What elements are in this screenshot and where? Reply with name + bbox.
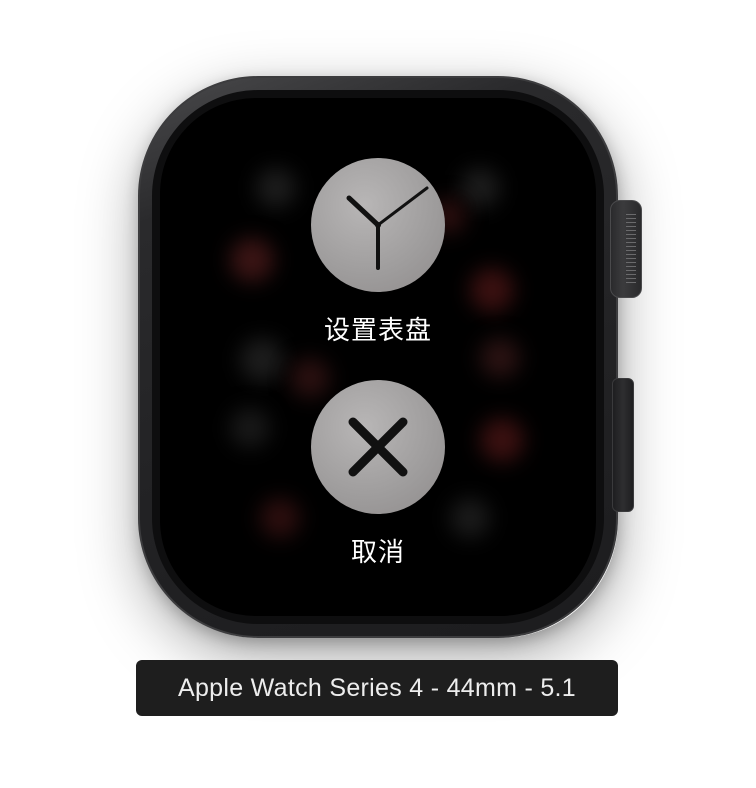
simulator-window: 设置表盘 取消 Apple Watch Series 4 - 44mm - 5.… bbox=[0, 0, 756, 788]
cancel-label: 取消 bbox=[350, 538, 405, 568]
blurred-app-icon bbox=[230, 238, 274, 282]
cancel-button[interactable] bbox=[311, 380, 445, 514]
set-watch-face-label: 设置表盘 bbox=[323, 316, 432, 346]
set-watch-face-button[interactable] bbox=[311, 158, 445, 292]
blurred-app-icon bbox=[460, 168, 500, 208]
close-icon bbox=[348, 417, 408, 477]
blurred-app-icon bbox=[230, 408, 270, 448]
side-button[interactable] bbox=[612, 378, 634, 512]
clock-face-icon bbox=[346, 186, 429, 270]
crown-ridges bbox=[626, 214, 636, 284]
blurred-app-icon bbox=[256, 168, 296, 208]
blurred-app-icon bbox=[480, 338, 520, 378]
blurred-app-icon bbox=[470, 268, 514, 312]
blurred-app-icon bbox=[480, 418, 524, 462]
device-name-label: Apple Watch Series 4 - 44mm - 5.1 bbox=[136, 660, 618, 716]
